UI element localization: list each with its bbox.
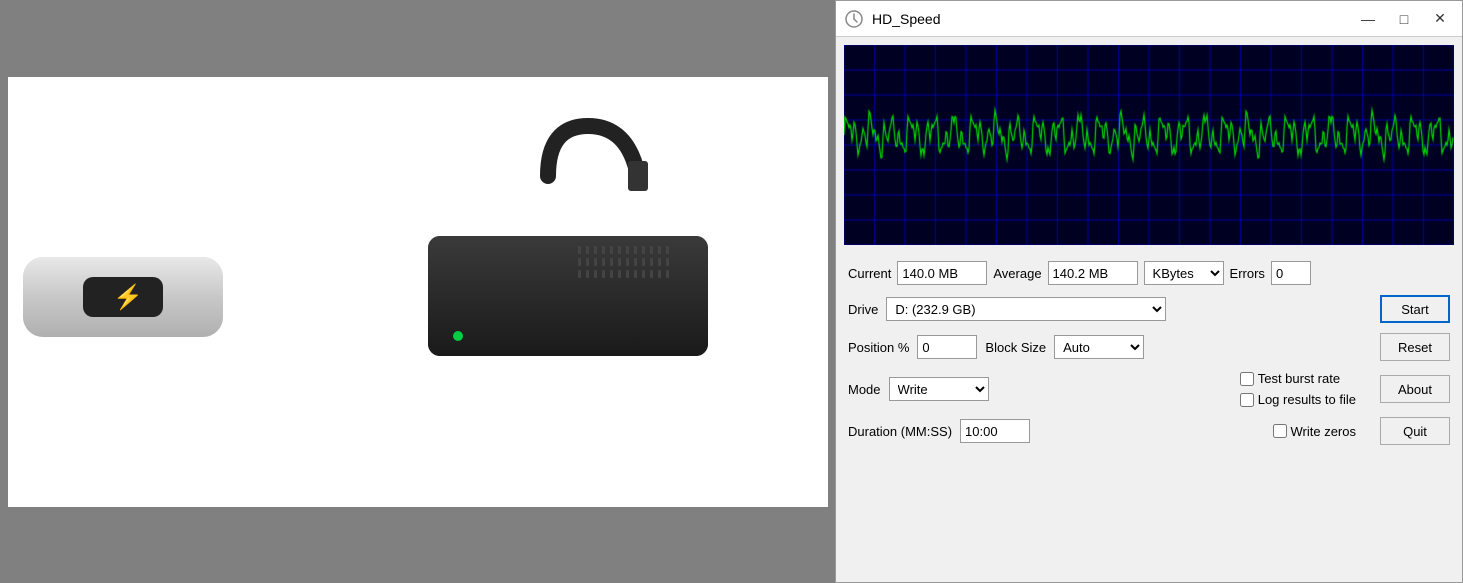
product-photo: ⚡: [8, 77, 828, 507]
position-label: Position %: [848, 340, 909, 355]
thunderbolt-port-image: ⚡: [23, 227, 243, 357]
speed-chart: [844, 45, 1454, 245]
unit-select[interactable]: KBytes MBytes: [1144, 261, 1224, 285]
errors-value[interactable]: [1271, 261, 1311, 285]
title-bar: HD_Speed — □ ✕: [836, 1, 1462, 37]
average-value[interactable]: [1048, 261, 1138, 285]
hd-speed-window: HD_Speed — □ ✕ Current Average KBytes MB…: [835, 0, 1463, 583]
average-label: Average: [993, 266, 1041, 281]
minimize-button[interactable]: —: [1354, 7, 1382, 31]
photo-area: ⚡: [0, 0, 835, 583]
position-input[interactable]: [917, 335, 977, 359]
chart-canvas: [844, 45, 1454, 245]
duration-input[interactable]: [960, 419, 1030, 443]
log-results-label: Log results to file: [1258, 392, 1356, 407]
app-icon: [844, 9, 864, 29]
maximize-button[interactable]: □: [1390, 7, 1418, 31]
mode-label: Mode: [848, 382, 881, 397]
quit-button[interactable]: Quit: [1380, 417, 1450, 445]
start-button[interactable]: Start: [1380, 295, 1450, 323]
drive-row: Drive D: (232.9 GB) Start: [848, 295, 1450, 323]
log-results-checkbox-label[interactable]: Log results to file: [1240, 392, 1356, 407]
errors-label: Errors: [1230, 266, 1265, 281]
reset-button[interactable]: Reset: [1380, 333, 1450, 361]
drive-label: Drive: [848, 302, 878, 317]
write-zeros-checkbox-label[interactable]: Write zeros: [1273, 424, 1357, 439]
mode-row: Mode Read Write Test burst rate Log resu…: [848, 371, 1450, 407]
write-zeros-label: Write zeros: [1291, 424, 1357, 439]
block-size-label: Block Size: [985, 340, 1046, 355]
about-button[interactable]: About: [1380, 375, 1450, 403]
window-title: HD_Speed: [872, 11, 1354, 27]
close-button[interactable]: ✕: [1426, 7, 1454, 31]
duration-row: Duration (MM:SS) Write zeros Quit: [848, 417, 1450, 445]
log-results-checkbox[interactable]: [1240, 393, 1254, 407]
window-controls: — □ ✕: [1354, 7, 1454, 31]
controls-panel: Current Average KBytes MBytes Errors Dri…: [836, 253, 1462, 582]
position-row: Position % Block Size Auto 512 B 4 KB 64…: [848, 333, 1450, 361]
current-label: Current: [848, 266, 891, 281]
block-size-select[interactable]: Auto 512 B 4 KB 64 KB 1 MB: [1054, 335, 1144, 359]
checkboxes-column: Test burst rate Log results to file: [1240, 371, 1356, 407]
svg-text:⚡: ⚡: [113, 283, 143, 311]
mode-select[interactable]: Read Write: [889, 377, 989, 401]
stats-row: Current Average KBytes MBytes Errors: [848, 261, 1450, 285]
current-value[interactable]: [897, 261, 987, 285]
write-zeros-checkbox[interactable]: [1273, 424, 1287, 438]
drive-select[interactable]: D: (232.9 GB): [886, 297, 1166, 321]
usb-hub-image: [348, 116, 808, 436]
test-burst-rate-label: Test burst rate: [1258, 371, 1340, 386]
duration-label: Duration (MM:SS): [848, 424, 952, 439]
test-burst-rate-checkbox[interactable]: [1240, 372, 1254, 386]
test-burst-rate-checkbox-label[interactable]: Test burst rate: [1240, 371, 1356, 386]
